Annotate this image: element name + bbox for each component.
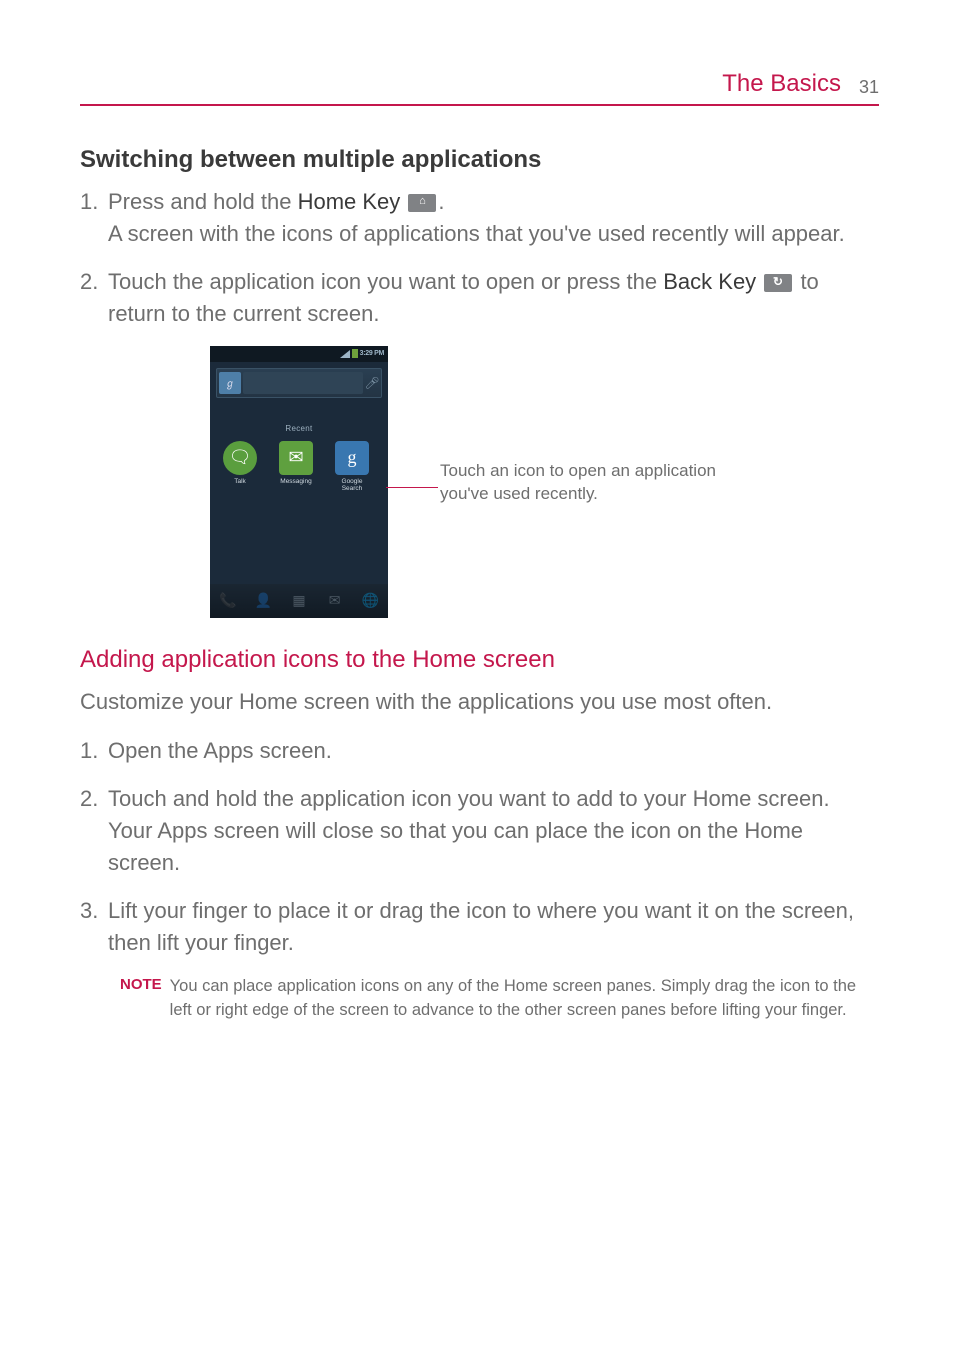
step-2-prefix: Touch the application icon you want to o… (108, 269, 663, 294)
nav-apps-icon: ▦ (286, 588, 312, 614)
callout-text: Touch an icon to open an application you… (440, 460, 760, 506)
step-1: Press and hold the Home Key . A screen w… (80, 186, 879, 250)
battery-icon (352, 349, 358, 358)
google-search-label: Google Search (332, 478, 372, 492)
back-key-label: Back Key (663, 269, 756, 294)
search-field (243, 372, 363, 394)
step-1-line2: A screen with the icons of applications … (108, 221, 845, 246)
intro-adding: Customize your Home screen with the appl… (80, 686, 879, 718)
add-step-3: Lift your finger to place it or drag the… (80, 895, 879, 959)
phone-screenshot: 3:29 PM ℊ 🎤︎ Recent 🗨 Talk ✉ Messaging g… (210, 346, 388, 618)
home-key-label: Home Key (298, 189, 401, 214)
status-bar: 3:29 PM (210, 346, 388, 362)
nav-browser-icon: 🌐 (357, 588, 383, 614)
status-clock: 3:29 PM (360, 350, 384, 357)
talk-icon: 🗨 (223, 441, 257, 475)
talk-label: Talk (220, 478, 260, 485)
recent-app-messaging: ✉ Messaging (276, 441, 316, 492)
google-g-icon: ℊ (219, 372, 241, 394)
mic-icon: 🎤︎ (365, 372, 379, 394)
nav-phone-icon: 📞 (215, 588, 241, 614)
section-title: The Basics (722, 70, 841, 98)
messaging-label: Messaging (276, 478, 316, 485)
add-step-2: Touch and hold the application icon you … (80, 783, 879, 879)
back-key-icon (764, 274, 792, 292)
steps-adding: Open the Apps screen. Touch and hold the… (80, 735, 879, 958)
google-search-widget: ℊ 🎤︎ (216, 368, 382, 398)
recent-label: Recent (210, 424, 388, 433)
step-2: Touch the application icon you want to o… (80, 266, 879, 330)
note-text: You can place application icons on any o… (170, 975, 879, 1023)
phone-nav-bar: 📞 👤 ▦ ✉ 🌐 (210, 584, 388, 618)
step-1-suffix: . (438, 189, 444, 214)
signal-icon (340, 350, 350, 358)
nav-contacts-icon: 👤 (250, 588, 276, 614)
nav-messaging-icon: ✉ (322, 588, 348, 614)
step-1-prefix: Press and hold the (108, 189, 298, 214)
recent-apps-row: 🗨 Talk ✉ Messaging g Google Search (210, 433, 388, 492)
note-label: NOTE (120, 975, 162, 993)
add-step-1: Open the Apps screen. (80, 735, 879, 767)
recent-app-talk: 🗨 Talk (220, 441, 260, 492)
callout-leader-line (386, 487, 438, 488)
recent-app-google-search: g Google Search (332, 441, 372, 492)
messaging-icon: ✉ (279, 441, 313, 475)
page-header: The Basics 31 (80, 70, 879, 106)
google-search-icon: g (335, 441, 369, 475)
phone-figure: 3:29 PM ℊ 🎤︎ Recent 🗨 Talk ✉ Messaging g… (210, 346, 879, 618)
home-key-icon (408, 194, 436, 212)
steps-switching: Press and hold the Home Key . A screen w… (80, 186, 879, 330)
heading-adding-icons: Adding application icons to the Home scr… (80, 646, 879, 674)
heading-switching-apps: Switching between multiple applications (80, 146, 879, 174)
page-number: 31 (859, 77, 879, 98)
note-block: NOTE You can place application icons on … (80, 975, 879, 1023)
